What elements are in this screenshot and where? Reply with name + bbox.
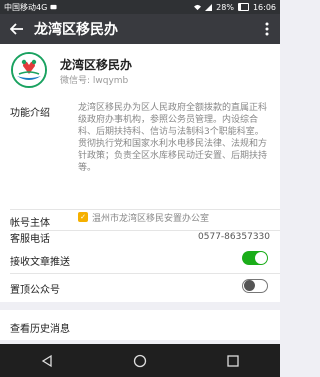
history-label: 查看历史消息 — [10, 324, 70, 335]
account-name: 龙湾区移民办 — [60, 58, 133, 72]
more-vertical-icon — [265, 22, 269, 36]
info-card: 功能介绍 龙湾区移民办为区人民政府全额拨款的直属正科级政府办事机构，参照公务员管… — [0, 96, 280, 240]
phone-row[interactable]: 客服电话 0577-86357330 — [0, 231, 280, 245]
signal-icon — [205, 3, 213, 11]
profile-card: 龙湾区移民办 微信号: lwqymb — [0, 44, 280, 96]
avatar[interactable] — [11, 52, 47, 88]
page-title: 龙湾区移民办 — [34, 22, 118, 38]
receive-push-label: 接收文章推送 — [10, 257, 70, 268]
intro-text: 龙湾区移民办为区人民政府全额拨款的直属正科级政府办事机构，参照公务员管理。内设综… — [78, 103, 268, 173]
clock-time: 16:06 — [252, 2, 276, 12]
receive-push-toggle[interactable] — [242, 251, 268, 265]
status-bar: 中国移动4G 28% 16:06 — [0, 0, 280, 14]
verified-icon: ✓ — [78, 212, 88, 222]
title-bar: 龙湾区移民办 — [0, 14, 280, 44]
owner-value[interactable]: 温州市龙湾区移民安置办公室 — [92, 213, 209, 225]
wifi-icon — [194, 4, 202, 10]
carrier-text: 中国移动4G — [4, 2, 48, 12]
back-button[interactable] — [0, 14, 34, 44]
owner-label: 帐号主体 — [10, 218, 50, 229]
phone-value[interactable]: 0577-86357330 — [198, 231, 270, 243]
toggle-knob — [244, 280, 255, 291]
phone-label: 客服电话 — [10, 234, 50, 245]
nav-home-icon[interactable] — [133, 354, 147, 368]
divider — [10, 273, 280, 274]
battery-percent: 28% — [216, 2, 234, 12]
wechat-id: 微信号: lwqymb — [60, 76, 129, 86]
divider — [10, 209, 280, 210]
toggle-knob — [255, 252, 267, 264]
nav-back-icon[interactable] — [40, 354, 54, 368]
history-row[interactable]: 查看历史消息 — [0, 310, 280, 340]
battery-icon — [237, 3, 249, 11]
logo-icon — [13, 54, 45, 86]
intro-label: 功能介绍 — [10, 108, 50, 119]
pin-top-toggle[interactable] — [242, 279, 268, 293]
nav-recents-icon[interactable] — [226, 354, 240, 368]
chat-notification-icon — [50, 4, 57, 9]
system-nav-bar — [0, 344, 280, 377]
settings-card: 接收文章推送 置顶公众号 — [0, 245, 280, 302]
back-arrow-icon — [10, 23, 23, 35]
pin-top-label: 置顶公众号 — [10, 285, 60, 296]
more-options-button[interactable] — [254, 14, 280, 44]
